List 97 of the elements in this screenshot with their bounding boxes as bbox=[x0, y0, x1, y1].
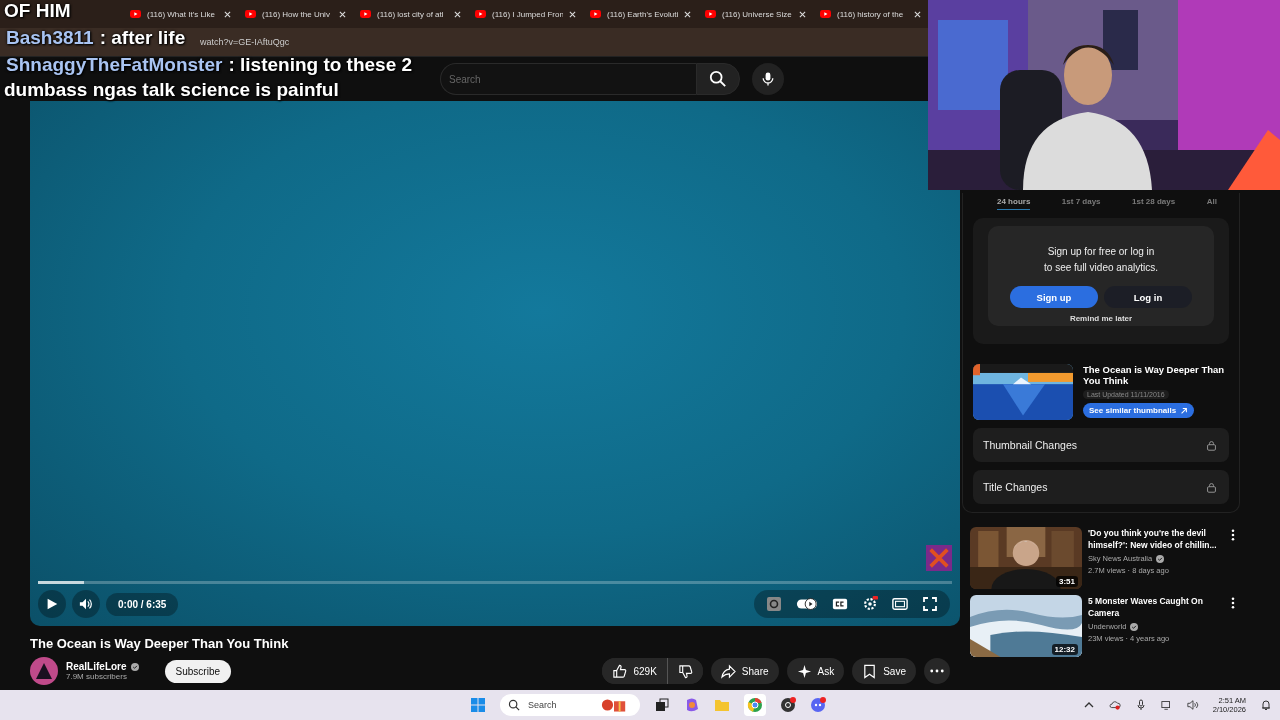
subscriber-count: 7.9M subscribers bbox=[66, 672, 128, 681]
chat-message: dumbass ngas talk science is painful bbox=[4, 79, 339, 101]
channel-name[interactable]: RealLifeLore bbox=[66, 661, 127, 672]
range-tab[interactable]: All bbox=[1206, 197, 1217, 210]
recorder-icon[interactable] bbox=[780, 697, 796, 713]
browser-tab[interactable]: (116) lost city of atl bbox=[352, 0, 467, 28]
signup-prompt: to see full video analytics. bbox=[1044, 261, 1158, 275]
bookmark-icon bbox=[862, 663, 878, 679]
chat-message: : after life bbox=[99, 27, 186, 49]
play-button[interactable] bbox=[38, 590, 66, 618]
autoplay-toggle-icon[interactable] bbox=[796, 596, 818, 612]
search-icon bbox=[709, 70, 727, 88]
close-icon[interactable] bbox=[684, 10, 691, 18]
share-button[interactable]: Share bbox=[710, 658, 779, 684]
recommendation-title[interactable]: 5 Monster Waves Caught On Camera bbox=[1088, 595, 1225, 619]
chat-message: : listening to these 2 bbox=[228, 54, 413, 76]
microphone-button[interactable] bbox=[752, 63, 784, 95]
play-logo-icon bbox=[705, 10, 716, 18]
close-icon[interactable] bbox=[569, 10, 576, 18]
captions-icon[interactable] bbox=[832, 596, 848, 612]
recommendation-title[interactable]: 'Do you think you're the devil himself?': New video of chillin... bbox=[1088, 527, 1225, 551]
search-input[interactable]: Search bbox=[526, 699, 594, 711]
play-icon bbox=[45, 597, 59, 611]
more-icon bbox=[930, 669, 944, 673]
login-button[interactable]: Log in bbox=[1104, 286, 1192, 308]
close-icon[interactable] bbox=[224, 10, 231, 18]
signup-prompt: Sign up for free or log in bbox=[1047, 245, 1155, 259]
remind-later-link[interactable]: Remind me later bbox=[1069, 314, 1133, 323]
duration-badge: 3:51 bbox=[1056, 576, 1078, 587]
volume-button[interactable] bbox=[72, 590, 100, 618]
start-icon[interactable] bbox=[470, 697, 486, 713]
browser-tab[interactable]: (116) I Jumped Fron bbox=[467, 0, 582, 28]
cross-logo-icon bbox=[926, 545, 952, 571]
close-icon[interactable] bbox=[799, 10, 806, 18]
range-tab[interactable]: 1st 7 days bbox=[1061, 197, 1101, 210]
save-button[interactable]: Save bbox=[852, 658, 916, 684]
ask-button[interactable]: Ask bbox=[786, 658, 845, 684]
signup-button[interactable]: Sign up bbox=[1010, 286, 1098, 308]
search-button[interactable] bbox=[696, 63, 740, 95]
browser-tab[interactable]: (116) How the Univ bbox=[237, 0, 352, 28]
gift-icon bbox=[600, 697, 628, 713]
like-button[interactable]: 629K bbox=[602, 658, 668, 684]
play-logo-icon bbox=[360, 10, 371, 18]
chat-username: ShnaggyTheFatMonster bbox=[6, 54, 223, 76]
cloud-icon[interactable] bbox=[1108, 699, 1121, 711]
taskbar-search-field[interactable]: Search bbox=[500, 694, 640, 716]
share-arrow-icon bbox=[720, 663, 736, 679]
chat-app-icon[interactable] bbox=[810, 697, 826, 713]
fullscreen-icon[interactable] bbox=[922, 596, 938, 612]
settings-icon[interactable] bbox=[862, 596, 878, 612]
speaker-icon[interactable] bbox=[1186, 699, 1199, 711]
range-tab[interactable]: 24 hours bbox=[997, 197, 1031, 210]
locked-section[interactable]: Thumbnail Changes bbox=[973, 428, 1229, 462]
subscribe-button[interactable]: Subscribe bbox=[164, 659, 232, 683]
volume-icon bbox=[79, 597, 93, 611]
locked-section[interactable]: Title Changes bbox=[973, 470, 1229, 504]
channel-avatar-icon[interactable] bbox=[30, 657, 58, 685]
browser-icon[interactable] bbox=[747, 697, 763, 713]
more-options-icon[interactable] bbox=[1231, 529, 1235, 541]
thumbnail-title: The Ocean is Way Deeper Than You Think bbox=[1083, 364, 1226, 386]
browser-tab[interactable]: (116) history of the bbox=[812, 0, 927, 28]
microphone-icon bbox=[760, 71, 776, 87]
theater-mode-icon[interactable] bbox=[892, 596, 908, 612]
close-icon[interactable] bbox=[914, 10, 921, 18]
range-tab[interactable]: 1st 28 days bbox=[1132, 197, 1176, 210]
play-logo-icon bbox=[130, 10, 141, 18]
thumbs-down-icon bbox=[677, 663, 693, 679]
microphone-icon[interactable] bbox=[1134, 699, 1147, 711]
extension-icon[interactable] bbox=[766, 596, 782, 612]
browser-tab[interactable]: (116) Universe Size bbox=[697, 0, 812, 28]
network-icon[interactable] bbox=[1160, 699, 1173, 711]
play-logo-icon bbox=[245, 10, 256, 18]
search-field[interactable]: Search bbox=[440, 63, 696, 95]
more-options-icon[interactable] bbox=[1231, 597, 1235, 609]
sparkle-icon bbox=[796, 663, 812, 679]
browser-tab[interactable]: (116) Earth's Evoluti bbox=[582, 0, 697, 28]
play-logo-icon bbox=[590, 10, 601, 18]
thumbs-up-icon bbox=[612, 663, 628, 679]
progress-bar[interactable] bbox=[38, 581, 952, 584]
play-logo-icon bbox=[475, 10, 486, 18]
chat-username: Bash3811 bbox=[6, 27, 94, 49]
play-logo-icon bbox=[820, 10, 831, 18]
task-view-icon[interactable] bbox=[654, 697, 670, 713]
address-bar[interactable]: watch?v=GE-IAftuQgc bbox=[200, 37, 290, 47]
time-display: 0:00 / 6:35 bbox=[106, 592, 179, 616]
close-icon[interactable] bbox=[339, 10, 346, 18]
video-player[interactable]: 0:00 / 6:35 bbox=[30, 101, 960, 626]
duration-badge: 12:32 bbox=[1051, 644, 1078, 655]
external-link-icon bbox=[1180, 406, 1189, 415]
chat-message: OF HIM bbox=[4, 0, 71, 22]
search-icon bbox=[508, 699, 520, 711]
notifications-icon[interactable] bbox=[1260, 699, 1272, 711]
browser-tab[interactable]: (116) What It's Like bbox=[122, 0, 237, 28]
similar-thumbnails-button[interactable]: See similar thumbnails bbox=[1083, 403, 1195, 418]
close-icon[interactable] bbox=[454, 10, 461, 18]
more-button[interactable] bbox=[924, 658, 950, 684]
video-title: The Ocean is Way Deeper Than You Think bbox=[30, 636, 290, 651]
